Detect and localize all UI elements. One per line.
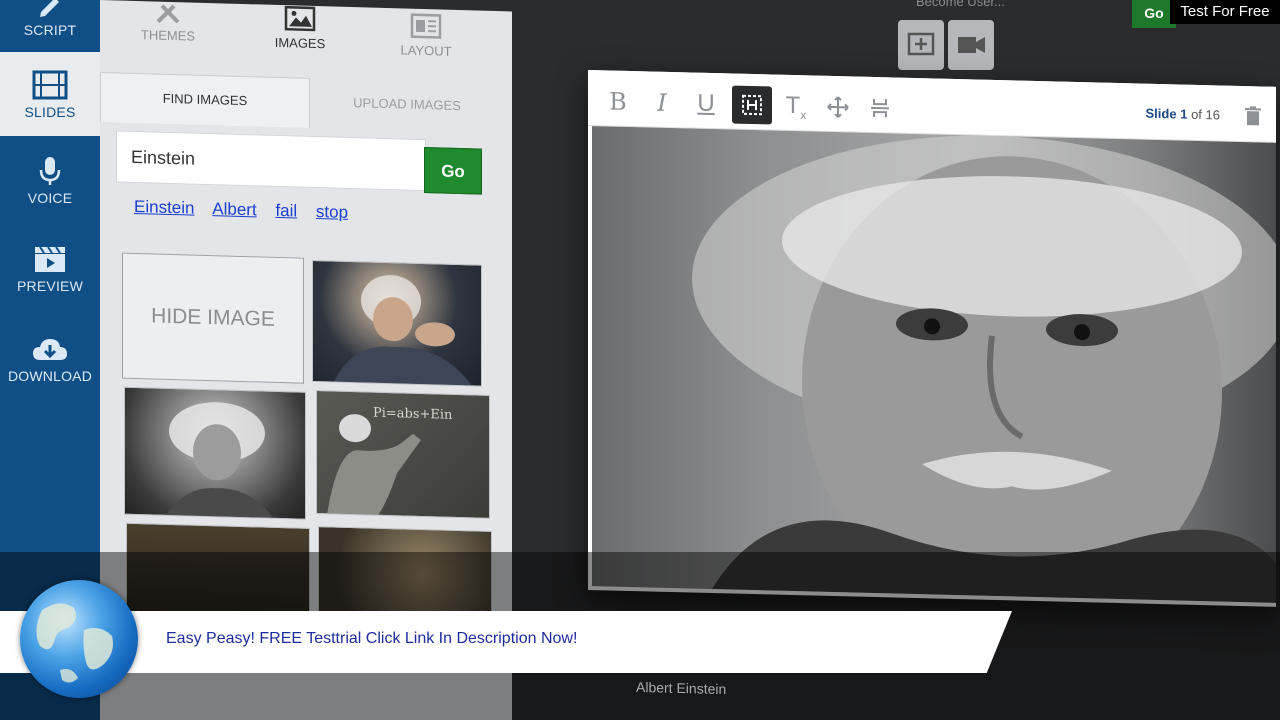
nav-preview[interactable]: PREVIEW [0, 244, 100, 304]
add-slide-button[interactable] [898, 20, 944, 70]
tab-upload-images[interactable]: UPLOAD IMAGES [312, 78, 502, 133]
nav-slides[interactable]: SLIDES [0, 52, 100, 136]
cloud-download-icon [33, 339, 67, 360]
tab-find-images[interactable]: FIND IMAGES [100, 72, 310, 128]
frame-select-icon [742, 94, 762, 116]
image-search-input[interactable]: Einstein [116, 130, 426, 192]
nav-voice-label: VOICE [27, 190, 73, 206]
frame-select-button[interactable] [732, 85, 772, 125]
image-result-thumbnail[interactable] [124, 386, 306, 520]
distribute-button[interactable] [860, 89, 900, 128]
suggestion-link[interactable]: stop [316, 202, 348, 222]
pencil-icon [40, 0, 59, 17]
slide-image[interactable] [592, 126, 1276, 603]
watermark-label: Test For Free [1170, 0, 1280, 24]
svg-text:Pi=abs+Ein: Pi=abs+Ein [373, 406, 453, 423]
slide-counter-current: 1 [1180, 106, 1188, 122]
einstein-blackboard-thumbnail: Pi=abs+Ein [327, 406, 453, 517]
nav-download[interactable]: DOWNLOAD [0, 336, 100, 396]
clear-format-icon: T [785, 91, 801, 120]
bold-icon: B [609, 87, 627, 116]
hide-image-button[interactable]: HIDE IMAGE [122, 252, 304, 384]
search-suggestions: Einstein Albert fail stop [134, 197, 362, 223]
tools-icon [156, 4, 180, 24]
underline-icon: U [697, 89, 715, 118]
globe-icon [20, 580, 138, 698]
tab-layout[interactable]: LAYOUT [366, 11, 486, 59]
tab-themes[interactable]: THEMES [108, 0, 228, 44]
suggestion-link[interactable]: fail [275, 201, 297, 221]
italic-button[interactable]: I [642, 83, 682, 122]
einstein-portrait-image [692, 135, 1276, 603]
slide-editor: B I U Tx Slide 1 of 16 [588, 70, 1276, 607]
tab-images[interactable]: IMAGES [240, 4, 360, 52]
tab-images-label: IMAGES [274, 34, 326, 52]
distribute-icon [871, 98, 889, 118]
italic-icon: I [657, 88, 667, 117]
top-search-input[interactable]: Become User... [916, 0, 1005, 9]
image-icon [284, 5, 316, 32]
clear-format-button[interactable]: Tx [776, 87, 816, 126]
underline-button[interactable]: U [686, 84, 726, 123]
layout-icon [410, 13, 442, 39]
bold-button[interactable]: B [598, 82, 638, 121]
tab-layout-label: LAYOUT [400, 42, 452, 59]
promo-banner-text: Easy Peasy! FREE Testtrial Click Link In… [166, 630, 578, 647]
nav-download-label: DOWNLOAD [7, 368, 93, 384]
image-result-thumbnail[interactable]: Pi=abs+Ein [316, 390, 490, 519]
nav-script-label: SCRIPT [23, 22, 77, 38]
suggestion-link[interactable]: Einstein [134, 197, 194, 218]
image-search-go-button[interactable]: Go [424, 147, 482, 195]
slide-counter-total: of 16 [1191, 106, 1220, 123]
move-button[interactable] [818, 88, 858, 127]
trash-icon[interactable] [1244, 106, 1262, 126]
image-subtabs: FIND IMAGES UPLOAD IMAGES [100, 64, 512, 134]
slide-counter-prefix: Slide [1145, 105, 1177, 122]
nav-slides-label: SLIDES [24, 104, 76, 120]
film-icon [32, 70, 68, 100]
slide-caption: Albert Einstein [636, 678, 727, 698]
video-camera-icon [958, 37, 985, 53]
tab-themes-label: THEMES [140, 27, 196, 44]
suggestion-link[interactable]: Albert [212, 199, 256, 219]
einstein-photo-thumbnail [333, 275, 473, 387]
globe-continents [36, 603, 113, 683]
add-video-button[interactable] [948, 20, 994, 70]
nav-preview-label: PREVIEW [17, 278, 83, 294]
nav-script[interactable]: SCRIPT [0, 0, 100, 48]
image-result-thumbnail[interactable] [312, 259, 482, 387]
add-slide-icon [907, 32, 935, 56]
move-icon [827, 96, 849, 118]
nav-voice[interactable]: VOICE [0, 156, 100, 216]
promo-banner[interactable]: Easy Peasy! FREE Testtrial Click Link In… [0, 611, 1012, 673]
slide-counter: Slide 1 of 16 [1146, 106, 1220, 123]
einstein-portrait-thumbnail [165, 402, 275, 520]
clapperboard-icon [35, 246, 65, 272]
microphone-icon [39, 157, 61, 185]
